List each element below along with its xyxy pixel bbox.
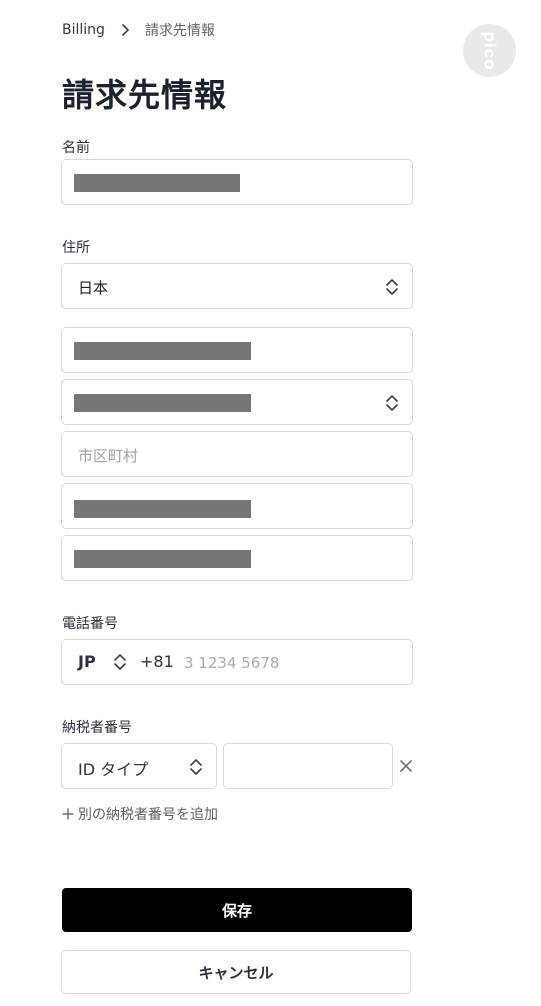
country-select-value: 日本	[78, 279, 109, 297]
redacted-block	[74, 500, 251, 518]
redacted-block	[74, 342, 251, 360]
chevron-updown-icon	[190, 759, 202, 775]
add-tax-id-label: 別の納税者番号を追加	[78, 807, 218, 823]
country-select[interactable]: 日本	[61, 263, 413, 309]
redacted-block	[74, 550, 251, 568]
phone-dial-prefix: +81	[140, 652, 174, 671]
chevron-updown-icon	[386, 279, 398, 295]
tax-id-label: 納税者番号	[62, 720, 132, 736]
add-tax-id-link[interactable]: 別の納税者番号を追加	[62, 804, 218, 824]
cancel-button[interactable]: キャンセル	[61, 950, 411, 994]
name-field[interactable]	[61, 159, 413, 205]
avatar[interactable]: pico	[463, 24, 516, 77]
address-label: 住所	[62, 240, 90, 256]
breadcrumb: Billing 請求先情報	[62, 20, 215, 40]
save-button[interactable]: 保存	[62, 888, 412, 932]
phone-label: 電話番号	[62, 616, 118, 632]
prefecture-select[interactable]	[61, 379, 413, 425]
tax-id-type-label: ID タイプ	[78, 760, 149, 779]
plus-icon	[62, 808, 74, 820]
name-label: 名前	[62, 140, 90, 156]
address-line1-field[interactable]	[61, 483, 413, 529]
city-placeholder: 市区町村	[78, 447, 139, 465]
tax-id-input[interactable]	[223, 743, 393, 789]
tax-id-type-select[interactable]: ID タイプ	[61, 743, 217, 789]
chevron-updown-icon[interactable]	[113, 653, 127, 671]
postal-code-field[interactable]	[61, 327, 413, 373]
close-icon[interactable]	[399, 759, 413, 773]
chevron-updown-icon	[386, 395, 398, 411]
breadcrumb-current: 請求先情報	[144, 23, 215, 39]
phone-field: JP +81	[61, 639, 413, 685]
redacted-block	[74, 174, 240, 192]
address-line2-field[interactable]	[61, 535, 413, 581]
avatar-initials: pico	[480, 31, 500, 70]
phone-country-select[interactable]: JP	[78, 652, 96, 671]
city-field[interactable]: 市区町村	[61, 431, 413, 477]
breadcrumb-billing-link[interactable]: Billing	[62, 22, 105, 38]
page-title: 請求先情報	[62, 76, 228, 114]
redacted-block	[74, 394, 251, 412]
chevron-right-icon	[122, 24, 129, 36]
phone-input[interactable]	[182, 650, 396, 676]
